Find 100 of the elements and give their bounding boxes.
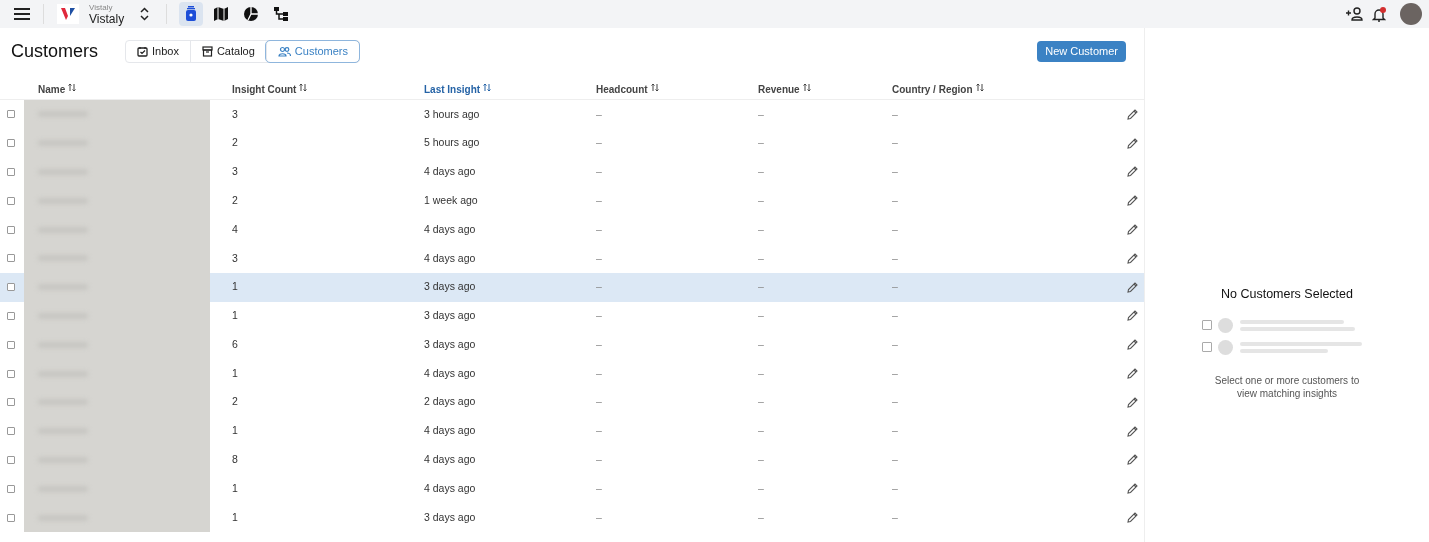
table-cell-text: 2 bbox=[232, 135, 239, 151]
column-header[interactable]: Insight Count bbox=[232, 81, 308, 97]
tab[interactable]: Inbox bbox=[126, 40, 190, 62]
row-checkbox[interactable] bbox=[7, 196, 15, 205]
pencil-icon[interactable] bbox=[1127, 396, 1138, 408]
table-cell-text: – bbox=[892, 336, 899, 352]
row-checkbox[interactable] bbox=[7, 369, 15, 378]
table-cell-text: – bbox=[758, 106, 765, 122]
tab[interactable]: Customers bbox=[265, 40, 360, 62]
row-checkbox[interactable] bbox=[7, 139, 15, 148]
pencil-icon[interactable] bbox=[1127, 368, 1138, 380]
row-checkbox[interactable] bbox=[7, 225, 15, 234]
table-cell-text: – bbox=[892, 221, 899, 237]
table-cell-text: 2 bbox=[232, 192, 239, 208]
table-cell-text: – bbox=[596, 192, 603, 208]
pencil-icon[interactable] bbox=[1127, 252, 1138, 264]
row-checkbox[interactable] bbox=[7, 427, 15, 436]
row-checkbox[interactable] bbox=[7, 398, 15, 407]
column-header[interactable]: Revenue bbox=[758, 81, 811, 97]
row-checkbox[interactable] bbox=[7, 484, 15, 493]
table-cell-text: – bbox=[892, 135, 899, 151]
table-cell-text: 3 hours ago bbox=[424, 106, 481, 122]
pencil-icon[interactable] bbox=[1127, 310, 1138, 322]
avatar[interactable] bbox=[1400, 3, 1422, 25]
table-cell-text: – bbox=[596, 250, 603, 266]
add-user-icon[interactable] bbox=[1346, 7, 1364, 21]
sort-icon bbox=[483, 83, 492, 92]
pencil-icon[interactable] bbox=[1127, 224, 1138, 236]
panel-message: Select one or more customers to view matching insights bbox=[1213, 373, 1361, 400]
workspace-label: Vistaly bbox=[89, 3, 114, 12]
pencil-icon[interactable] bbox=[1127, 512, 1138, 524]
new-customer-button[interactable]: New Customer bbox=[1037, 40, 1126, 62]
table-cell-text: – bbox=[758, 452, 765, 468]
column-header[interactable]: Country / Region bbox=[892, 81, 984, 97]
table-row[interactable]: 1 3 days ago – – – bbox=[0, 272, 1144, 302]
table-cell-text: 4 days ago bbox=[424, 221, 477, 237]
table-cell-text: – bbox=[892, 452, 899, 468]
table-cell-text: – bbox=[892, 308, 899, 324]
row-checkbox[interactable] bbox=[7, 455, 15, 464]
archive-icon bbox=[201, 45, 213, 57]
pencil-icon[interactable] bbox=[1127, 137, 1138, 149]
pencil-icon[interactable] bbox=[1127, 166, 1138, 178]
table-cell-text: 4 days ago bbox=[424, 480, 477, 496]
chevron-up-down-icon[interactable] bbox=[140, 7, 150, 21]
menu-icon[interactable] bbox=[14, 8, 30, 20]
table-cell-text: 1 bbox=[232, 509, 239, 525]
table-cell-text: – bbox=[596, 308, 603, 324]
row-checkbox[interactable] bbox=[7, 168, 15, 176]
table-cell-text: 1 bbox=[232, 308, 239, 324]
row-checkbox[interactable] bbox=[7, 513, 15, 522]
pencil-icon[interactable] bbox=[1127, 425, 1138, 437]
table-cell-text: 4 days ago bbox=[424, 250, 477, 266]
table-cell-text: – bbox=[758, 192, 765, 208]
table-cell-text: – bbox=[596, 221, 603, 237]
pencil-icon[interactable] bbox=[1127, 454, 1138, 466]
pencil-icon[interactable] bbox=[1127, 195, 1138, 207]
panel-title: No Customers Selected bbox=[1221, 286, 1353, 304]
row-checkbox[interactable] bbox=[7, 340, 15, 349]
pencil-icon[interactable] bbox=[1127, 281, 1138, 293]
bell-icon[interactable] bbox=[1372, 6, 1386, 22]
tab[interactable]: Catalog bbox=[189, 40, 266, 62]
column-header[interactable]: Name bbox=[38, 81, 77, 97]
table-cell-text: – bbox=[758, 250, 765, 266]
table-cell-text: – bbox=[758, 221, 765, 237]
row-checkbox[interactable] bbox=[7, 283, 15, 292]
table-cell-text: 8 bbox=[232, 452, 239, 468]
sort-icon bbox=[802, 83, 811, 92]
lantern-icon[interactable] bbox=[179, 2, 204, 26]
table-cell-text: – bbox=[758, 164, 765, 180]
sort-icon bbox=[299, 83, 308, 92]
column-header[interactable]: Last Insight bbox=[424, 81, 492, 97]
table-cell-text: – bbox=[596, 480, 603, 496]
table-cell-text: – bbox=[758, 308, 765, 324]
table-cell-text: 4 bbox=[232, 221, 239, 237]
row-checkbox[interactable] bbox=[7, 110, 15, 119]
row-checkbox[interactable] bbox=[7, 254, 15, 263]
table-cell-text: 3 days ago bbox=[424, 336, 477, 352]
table-cell-text: 1 bbox=[232, 279, 239, 295]
table-cell-text: 4 days ago bbox=[424, 423, 477, 439]
table-cell-text: 5 hours ago bbox=[424, 135, 481, 151]
table-cell-text: – bbox=[596, 279, 603, 295]
table-cell-text: 3 bbox=[232, 164, 239, 180]
table-cell-text: 2 days ago bbox=[424, 394, 477, 410]
table-cell-text: – bbox=[596, 509, 603, 525]
table-cell-text: 4 days ago bbox=[424, 365, 477, 381]
table-cell-text: 4 days ago bbox=[424, 452, 477, 468]
column-header[interactable]: Headcount bbox=[596, 81, 659, 97]
pencil-icon[interactable] bbox=[1127, 339, 1138, 351]
row-checkbox[interactable] bbox=[7, 311, 15, 320]
table-cell-text: – bbox=[892, 279, 899, 295]
table-cell-text: 3 days ago bbox=[424, 279, 477, 295]
table-cell-text: – bbox=[892, 480, 899, 496]
table-cell-text: – bbox=[892, 394, 899, 410]
table-cell-text: – bbox=[892, 192, 899, 208]
pencil-icon[interactable] bbox=[1127, 108, 1138, 120]
table-cell-text: – bbox=[596, 135, 603, 151]
table-cell-text: – bbox=[596, 394, 603, 410]
pencil-icon[interactable] bbox=[1127, 483, 1138, 495]
sort-icon bbox=[650, 83, 659, 92]
table-cell-text: 6 bbox=[232, 336, 239, 352]
